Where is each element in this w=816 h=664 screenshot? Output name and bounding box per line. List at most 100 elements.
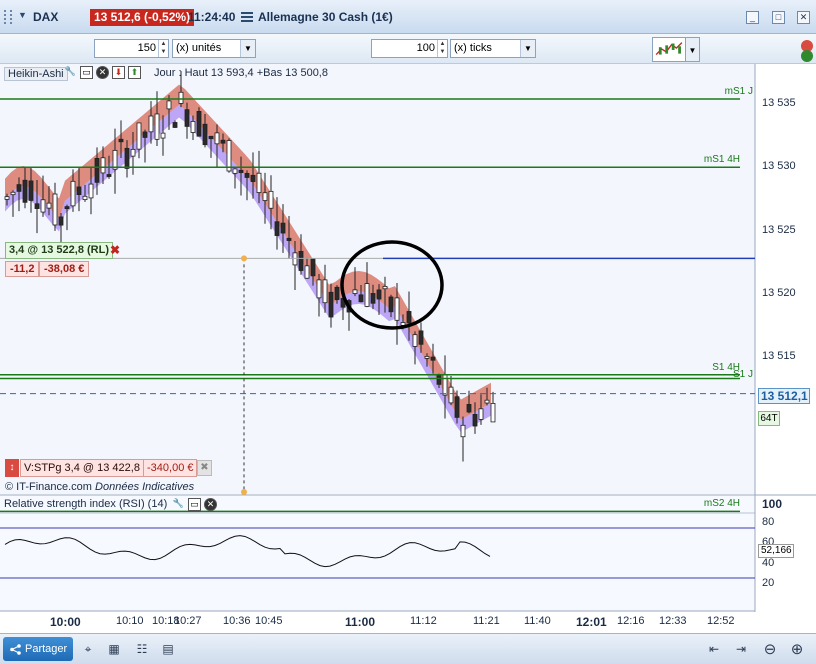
window-icon[interactable]: ▭: [188, 498, 201, 511]
minimize-button[interactable]: _: [746, 11, 759, 24]
price-axis-label: 13 530: [762, 160, 796, 173]
maximize-button[interactable]: □: [772, 11, 785, 24]
candle-body: [280, 222, 286, 234]
close-position-icon[interactable]: ✖: [108, 243, 122, 258]
calculator-icon[interactable]: ▦: [106, 641, 122, 658]
candle-body: [118, 138, 124, 143]
time-axis-label: 11:40: [524, 615, 551, 627]
move-down-icon[interactable]: ⬇: [112, 66, 125, 79]
window-icon[interactable]: ▭: [80, 66, 93, 79]
candle-body: [448, 386, 454, 404]
candle-body: [358, 294, 364, 303]
price-chart-canvas[interactable]: [0, 64, 816, 612]
candle-body: [40, 199, 46, 213]
candle-body: [316, 279, 322, 299]
indicator-label[interactable]: Heikin-Ashi: [4, 67, 68, 81]
cancel-stop-icon[interactable]: ✖: [197, 460, 212, 476]
daily-high-low: Jour : Haut 13 593,4 +Bas 13 500,8: [154, 67, 328, 79]
candle-body: [106, 174, 112, 177]
close-icon[interactable]: ✕: [96, 66, 109, 79]
ticks-unit-value: (x) ticks: [454, 42, 492, 54]
candle-body: [208, 135, 214, 140]
candle-body: [172, 122, 178, 128]
candle-body: [226, 140, 232, 172]
zoom-in-icon[interactable]: ⊕: [789, 641, 805, 658]
candle-body: [292, 252, 298, 266]
order-anchor-dot: [241, 255, 247, 262]
position-label[interactable]: 3,4 @ 13 522,8 (RL): [5, 242, 113, 259]
level-label: mS1 4H: [703, 154, 740, 166]
share-icon: [10, 644, 21, 655]
bottom-toolbar: Partager ⌖ ▦ ☷ ▤ ⇤ ⇥ ⊖ ⊕: [0, 633, 816, 664]
candle-body: [100, 157, 106, 174]
scroll-left-icon[interactable]: ⇤: [706, 641, 722, 658]
volume-tag: 64T: [758, 411, 780, 426]
zoom-out-icon[interactable]: ⊖: [762, 641, 778, 658]
quantity-unit-select[interactable]: (x) unités ▼: [172, 39, 256, 58]
title-bar: ▼ DAX 13 512,6 (-0,52%) 11:24:40 Allemag…: [0, 0, 816, 34]
price-chart[interactable]: [0, 64, 816, 612]
stop-order-label[interactable]: V:STPg 3,4 @ 13 422,8: [20, 459, 144, 477]
scroll-right-icon[interactable]: ⇥: [733, 641, 749, 658]
trade-tool-icon[interactable]: [795, 36, 813, 64]
candle-body: [364, 283, 370, 307]
grid-icon[interactable]: ▤: [160, 641, 176, 658]
chart-settings-icon[interactable]: ☷: [134, 641, 150, 658]
quantity-value: 150: [137, 42, 156, 54]
close-icon[interactable]: ✕: [204, 498, 217, 511]
time-axis-label: 10:36: [223, 615, 251, 627]
ticks-stepper[interactable]: 100 ▲ ▼: [371, 39, 448, 58]
candle-body: [430, 356, 436, 361]
candle-body: [376, 289, 382, 300]
chart-type-dropdown-icon[interactable]: ▼: [686, 37, 700, 62]
candle-body: [454, 396, 460, 418]
candle-body: [76, 186, 82, 195]
candle-body: [4, 196, 10, 200]
price-axis-label: 13 520: [762, 286, 796, 299]
candle-body: [472, 414, 478, 427]
crosshair-icon[interactable]: ⌖: [80, 641, 96, 658]
rsi-indicator-label[interactable]: Relative strength index (RSI) (14): [4, 497, 167, 512]
stepper-arrows-icon[interactable]: ▲ ▼: [437, 40, 447, 57]
quantity-unit-value: (x) unités: [176, 42, 222, 54]
instrument-dropdown-icon[interactable]: ▼: [18, 10, 27, 20]
stepper-arrows-icon[interactable]: ▲ ▼: [158, 40, 168, 57]
candle-body: [370, 293, 376, 304]
time-axis-label: 12:52: [707, 615, 735, 627]
move-up-icon[interactable]: ⬆: [128, 66, 141, 79]
candle-body: [394, 297, 400, 321]
time-axis-label: 11:21: [473, 615, 500, 627]
candle-body: [160, 132, 166, 139]
candlestick-chart-icon[interactable]: [652, 37, 686, 62]
candle-body: [70, 180, 76, 207]
time-axis-label: 11:00: [345, 615, 376, 629]
list-icon[interactable]: [240, 9, 254, 25]
candle-body: [466, 404, 472, 413]
close-button[interactable]: ✕: [797, 11, 810, 24]
rsi-axis-40: 40: [762, 557, 775, 569]
candle-body: [334, 286, 340, 301]
instrument-symbol[interactable]: DAX: [33, 10, 58, 24]
drag-grip-icon[interactable]: [4, 10, 12, 24]
wrench-icon[interactable]: 🔧: [172, 498, 185, 511]
candle-body: [94, 158, 100, 183]
ticks-unit-select[interactable]: (x) ticks ▼: [450, 39, 536, 58]
quantity-stepper[interactable]: 150 ▲ ▼: [94, 39, 169, 58]
candle-body: [244, 173, 250, 178]
candle-body: [220, 139, 226, 144]
chevron-down-icon[interactable]: ▼: [240, 40, 255, 57]
candle-body: [148, 115, 154, 133]
candle-body: [22, 179, 28, 203]
candle-body: [124, 147, 130, 169]
share-button[interactable]: Partager: [3, 637, 73, 661]
candle-body: [178, 91, 184, 104]
last-update-time: 11:24:40: [188, 10, 236, 24]
candle-body: [58, 216, 64, 226]
candle-body: [52, 193, 58, 226]
stop-order-drag-icon[interactable]: ↕: [5, 459, 19, 477]
time-axis-label: 12:33: [659, 615, 687, 627]
order-toolbar: 150 ▲ ▼ (x) unités ▼ 100 ▲ ▼ (x) ticks ▼ ▼: [0, 34, 816, 64]
chevron-down-icon[interactable]: ▼: [520, 40, 535, 57]
candle-body: [190, 121, 196, 133]
wrench-icon[interactable]: 🔧: [64, 66, 77, 79]
